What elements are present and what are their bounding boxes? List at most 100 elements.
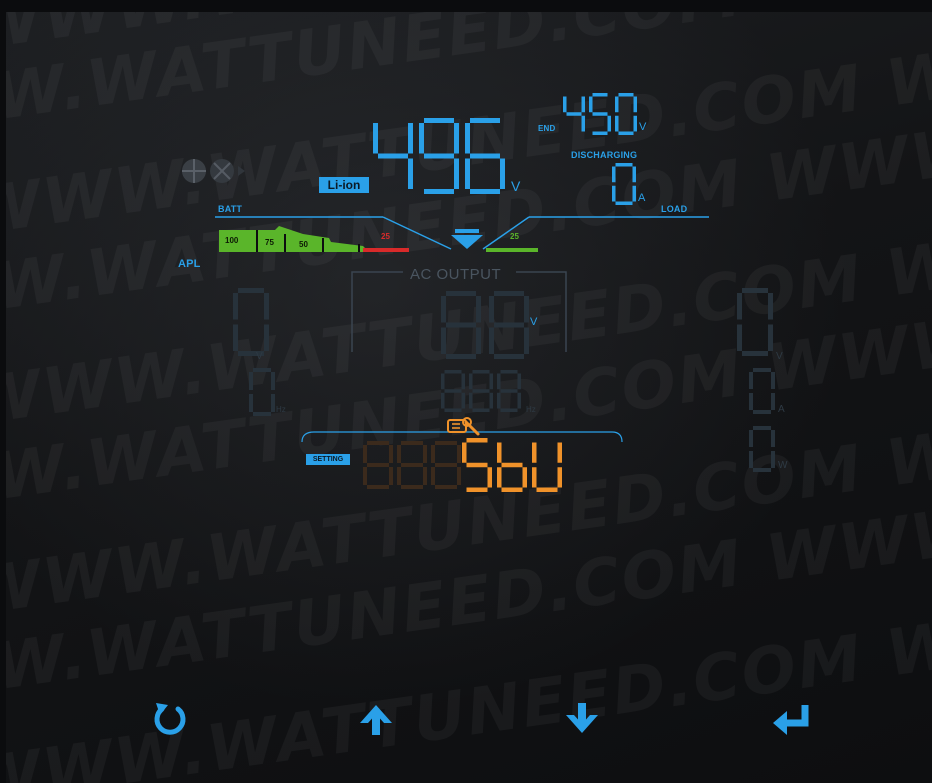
end-voltage-unit: V [639,121,647,133]
input-frequency-segment [253,412,271,416]
setting-value-segment [466,487,488,492]
load-level-25: 25 [510,232,519,241]
setting-program-segment [401,485,423,489]
battery-current-segment [612,185,616,202]
load-voltage-segment [768,324,773,351]
batt-level-25: 25 [381,232,390,241]
load-power-unit: W [778,460,788,471]
setting-program-segment [389,445,393,463]
battery-voltage-readout [373,118,505,194]
output-voltage-segment [441,296,446,323]
input-frequency-segment [271,372,275,390]
load-voltage-segment [742,288,768,293]
output-frequency-segment [444,389,462,393]
discharging-label: DISCHARGING [571,150,638,160]
battery-type-badge: Li-ion [319,177,369,193]
output-frequency-segment [472,408,490,412]
battery-voltage-segment [470,189,500,194]
battery-voltage-segment [424,153,454,159]
end-voltage-segment [563,96,567,113]
battery-voltage-segment [470,153,500,159]
batt-level-75: 75 [265,238,274,247]
output-voltage-segment [494,354,524,359]
load-current-segment [749,372,753,389]
output-frequency-segment [497,392,501,409]
end-voltage-segment [581,115,585,132]
output-frequency-segment [517,392,521,409]
setting-program-segment [435,441,457,445]
load-power-segment [753,426,771,430]
setting-program-segment [389,467,393,485]
battery-voltage-unit: V [511,178,521,194]
end-voltage-segment [615,115,619,132]
setting-value-segment [497,442,502,463]
output-voltage-segment [494,291,524,296]
input-voltage-segment [264,293,269,320]
ac-output-title: AC OUTPUT [410,266,502,283]
end-voltage-segment [592,112,608,116]
output-voltage-segment [489,296,494,323]
setting-program-segment [435,485,457,489]
up-button[interactable] [351,694,401,744]
output-voltage-segment [524,327,529,354]
load-power-segment [771,430,775,447]
setting-value-segment [501,487,523,492]
end-voltage-segment [589,96,593,113]
output-voltage-readout [441,291,529,359]
setting-program-segment [397,467,401,485]
input-frequency-segment [249,394,253,412]
down-button[interactable] [557,694,607,744]
batt-label: BATT [218,204,243,214]
battery-voltage-segment [465,123,470,154]
battery-current-segment [612,166,616,183]
output-voltage-segment [524,296,529,323]
output-frequency-segment [497,373,501,390]
battery-voltage-segment [373,123,378,154]
output-voltage-segment [446,291,476,296]
setting-value-segment [532,467,537,488]
input-voltage-unit: V [256,351,263,362]
setting-value-segment [462,442,467,463]
battery-current-unit: A [638,192,646,204]
refresh-icon [154,703,186,735]
setting-program-segment [363,445,367,463]
lcd-panel: WWW.WATTUNEED.COM WWW.WATTUNEED.COMWWW.W… [6,12,932,783]
load-voltage-unit: V [776,351,783,362]
output-voltage-segment [494,322,524,328]
battery-voltage-segment [424,189,454,194]
grid-solar-icon [182,159,245,183]
battery-voltage-segment [419,123,424,154]
setting-value-segment [536,487,558,492]
output-frequency-segment [500,389,518,393]
output-frequency-segment [517,373,521,390]
output-frequency-readout [441,370,521,412]
setting-value-segment [557,442,562,463]
battery-voltage-segment [454,158,459,189]
end-voltage-segment [566,112,582,116]
end-voltage-segment [633,96,637,113]
setting-value-segment [532,442,537,463]
setting-program-segment [363,467,367,485]
setting-program-segment [397,445,401,463]
output-frequency-segment [461,373,465,390]
battery-voltage-segment [378,153,408,159]
load-current-segment [753,368,771,372]
end-voltage-segment [592,93,608,97]
setting-value-readout [462,438,562,492]
battery-voltage-segment [465,158,470,189]
output-voltage-segment [446,354,476,359]
battery-voltage-segment [470,118,500,123]
setting-program-segment [423,467,427,485]
output-voltage-segment [476,327,481,354]
output-frequency-segment [444,370,462,374]
load-power-segment [753,468,771,472]
enter-button[interactable] [766,694,816,744]
back-button[interactable] [145,694,195,744]
end-voltage-segment [618,131,634,135]
load-power-segment [771,451,775,468]
load-current-readout [749,368,775,414]
input-frequency-segment [253,368,271,372]
input-frequency-unit: Hz [276,405,286,414]
input-voltage-segment [233,324,238,351]
setting-program-segment [435,463,457,467]
